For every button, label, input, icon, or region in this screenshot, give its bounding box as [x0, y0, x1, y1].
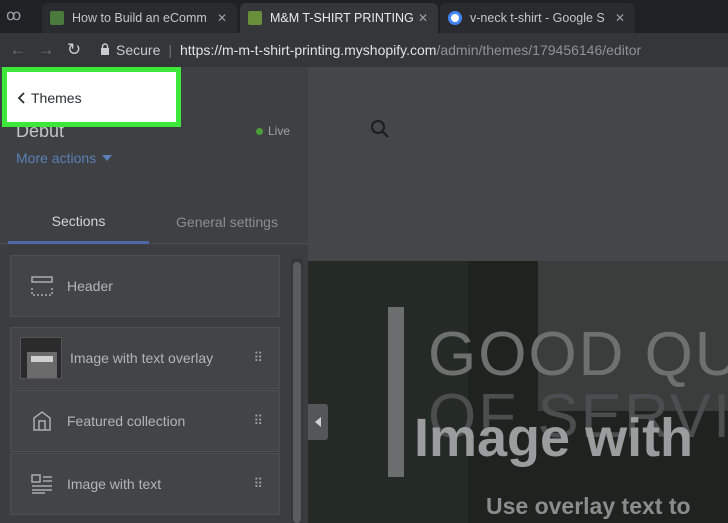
- live-dot-icon: [255, 127, 263, 135]
- image-text-icon: [31, 473, 53, 495]
- section-item-image-overlay[interactable]: Image with text overlay ⠿: [10, 327, 280, 389]
- hero-subheading: Use overlay text to: [486, 493, 691, 519]
- section-item-featured-collection[interactable]: Featured collection ⠿: [10, 390, 280, 452]
- section-label: Image with text: [67, 476, 162, 492]
- tab-sections[interactable]: Sections: [8, 200, 149, 244]
- browser-tab-shopify[interactable]: M&M T-SHIRT PRINTING ✕: [240, 3, 438, 33]
- themes-back-highlight[interactable]: Themes: [2, 67, 181, 127]
- sidebar-header: Debut Live More actions Themes Sections …: [0, 67, 308, 245]
- tab-close-icon[interactable]: ✕: [418, 11, 428, 25]
- hero-accent-bar: [388, 307, 404, 477]
- chevron-left-icon: [17, 92, 25, 104]
- forward-arrow-icon[interactable]: →: [32, 40, 60, 60]
- url-host[interactable]: https://m-m-t-shirt-printing.myshopify.c…: [180, 42, 436, 58]
- hero-heading: Image with: [414, 408, 694, 468]
- store-header-preview: [308, 67, 728, 261]
- url-path[interactable]: /admin/themes/179456146/editor: [436, 42, 641, 58]
- secure-label: Secure: [116, 42, 161, 58]
- tab-close-icon[interactable]: ✕: [217, 11, 227, 25]
- tab-title: How to Build an eComm: [72, 11, 207, 25]
- caret-left-icon: [315, 417, 321, 427]
- tab-general-settings[interactable]: General settings: [152, 200, 302, 244]
- shopify-favicon-icon: [248, 11, 262, 25]
- live-status-badge: Live: [255, 124, 290, 138]
- live-label: Live: [267, 124, 290, 138]
- tab-title: M&M T-SHIRT PRINTING: [270, 11, 414, 25]
- tab-close-icon[interactable]: ✕: [615, 11, 625, 25]
- more-actions-dropdown[interactable]: More actions: [16, 150, 113, 166]
- search-icon[interactable]: [370, 119, 390, 144]
- reload-icon[interactable]: ↻: [60, 40, 88, 60]
- hero-image-overlay[interactable]: GOOD QU OF SERVI Image with Use overlay …: [308, 261, 728, 523]
- browser-toolbar: ← → ↻ Secure | https://m-m-t-shirt-print…: [0, 33, 728, 67]
- drag-handle-icon[interactable]: ⠿: [253, 350, 263, 366]
- hero-shirt-text: GOOD QU: [428, 320, 728, 389]
- caret-down-icon: [102, 155, 113, 161]
- drag-handle-icon[interactable]: ⠿: [253, 476, 263, 492]
- header-layout-icon: [31, 275, 53, 297]
- more-actions-label: More actions: [16, 150, 97, 166]
- browser-tab-google[interactable]: v-neck t-shirt - Google S ✕: [440, 3, 635, 33]
- tab-favicon-icon: [50, 11, 64, 25]
- google-favicon-icon: [448, 11, 462, 25]
- section-item-header[interactable]: Header: [10, 255, 280, 317]
- themes-back-link[interactable]: Themes: [17, 90, 82, 106]
- lock-icon[interactable]: [100, 42, 110, 58]
- section-item-image-text[interactable]: Image with text ⠿: [10, 453, 280, 515]
- collapse-sidebar-button[interactable]: [308, 404, 328, 440]
- back-arrow-icon[interactable]: ←: [4, 40, 32, 60]
- themes-back-label: Themes: [31, 90, 82, 106]
- incognito-icon: ꝏ: [6, 7, 22, 24]
- sidebar-scrollbar-thumb[interactable]: [293, 262, 301, 523]
- theme-preview: GOOD QU OF SERVI Image with Use overlay …: [308, 67, 728, 523]
- drag-handle-icon[interactable]: ⠿: [253, 413, 263, 429]
- browser-tab-bar: ꝏ How to Build an eComm ✕ M&M T-SHIRT PR…: [0, 0, 728, 33]
- image-thumbnail: [20, 337, 62, 379]
- section-label: Header: [67, 278, 113, 294]
- browser-tab-ecommerce[interactable]: How to Build an eComm ✕: [42, 3, 237, 33]
- tab-title: v-neck t-shirt - Google S: [470, 11, 605, 25]
- url-divider: |: [168, 42, 172, 58]
- section-label: Image with text overlay: [70, 350, 214, 366]
- collection-icon: [31, 410, 53, 432]
- sidebar-tabs: Sections General settings: [0, 200, 308, 244]
- section-label: Featured collection: [67, 413, 186, 429]
